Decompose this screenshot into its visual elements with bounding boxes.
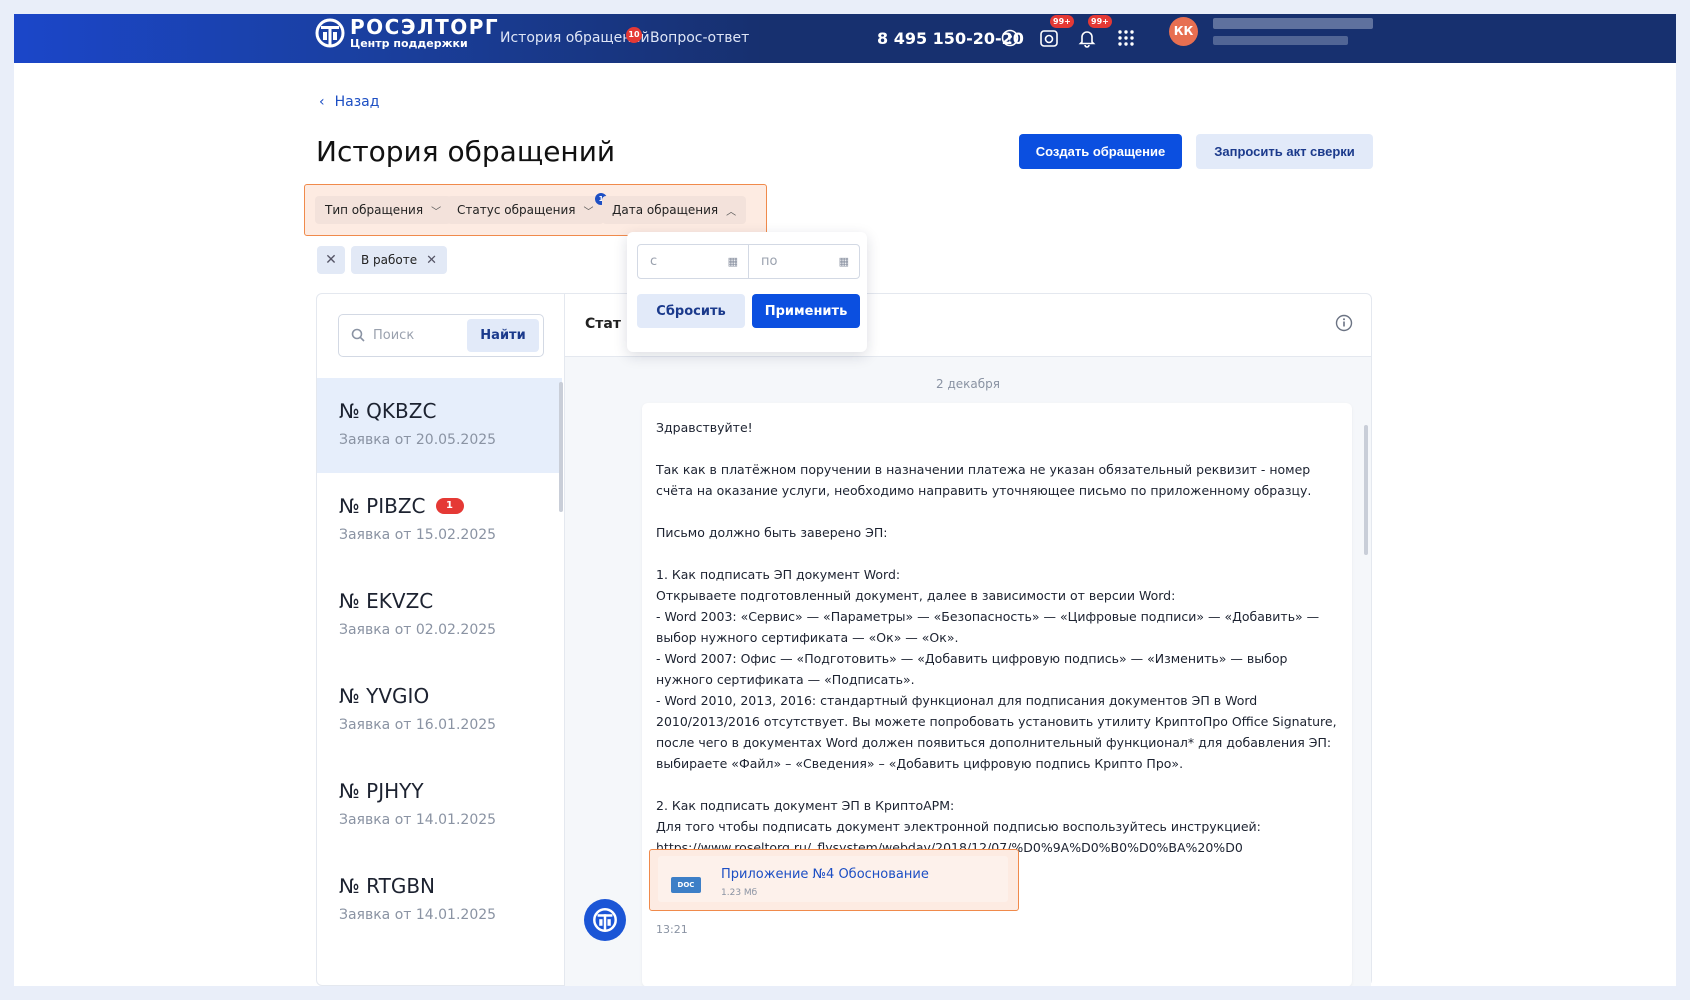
logo[interactable]: РОСЭЛТОРГ Центр поддержки: [315, 16, 499, 50]
ticket-date: Заявка от 14.01.2025: [339, 812, 497, 828]
message-text: Здравствуйте! Так как в платёжном поруче…: [656, 420, 1337, 855]
calendar-icon: ▦: [727, 255, 738, 268]
chevron-down-icon: ﹀: [431, 206, 442, 218]
attachment-card: DOC Приложение №4 Обоснование 1.23 Мб: [658, 856, 1008, 902]
date-reset-button[interactable]: Сбросить: [637, 294, 745, 328]
nav-history-badge: 10: [626, 27, 642, 43]
requests-list-column: Поиск Найти № QKBZC Заявка от 20.05.2025…: [317, 294, 565, 986]
top-navigation-bar: РОСЭЛТОРГ Центр поддержки История обраще…: [14, 14, 1676, 63]
message-time: 13:21: [656, 923, 688, 936]
info-icon[interactable]: [1335, 314, 1353, 332]
ticket-number: № YVGIO: [339, 684, 430, 708]
date-to-input[interactable]: по ▦: [749, 245, 859, 278]
unread-badge: 1: [435, 498, 464, 514]
help-icon[interactable]: ?: [997, 25, 1023, 51]
thread-scrollbar[interactable]: [1364, 425, 1368, 555]
search-button[interactable]: Найти: [467, 319, 539, 352]
back-link[interactable]: ‹ Назад: [319, 94, 379, 110]
date-from-input[interactable]: с ▦: [638, 245, 749, 278]
list-item[interactable]: № YVGIO Заявка от 16.01.2025: [317, 663, 562, 758]
date-from-placeholder: с: [650, 254, 658, 269]
card-badge: 99+: [1050, 15, 1074, 28]
user-org-redacted: [1213, 36, 1348, 45]
remove-tag-icon[interactable]: ✕: [426, 253, 437, 268]
ticket-date: Заявка от 02.02.2025: [339, 622, 497, 638]
attachment-size: 1.23 Мб: [721, 888, 758, 898]
user-avatar[interactable]: КК: [1169, 17, 1198, 46]
logo-mark-icon: [593, 908, 617, 932]
list-item[interactable]: № RTGBN Заявка от 14.01.2025: [317, 853, 562, 948]
date-filter-dropdown: с ▦ по ▦ Сбросить Применить: [627, 232, 867, 352]
ticket-date: Заявка от 16.01.2025: [339, 717, 497, 733]
back-link-label: Назад: [334, 94, 380, 110]
requests-list: № QKBZC Заявка от 20.05.2025 № PIBZC 1 За…: [317, 378, 562, 948]
list-item[interactable]: № EKVZC Заявка от 02.02.2025: [317, 568, 562, 663]
svg-text:?: ?: [1007, 34, 1012, 45]
date-apply-button[interactable]: Применить: [752, 294, 860, 328]
filter-request-type[interactable]: Тип обращения ﹀: [315, 196, 452, 224]
active-filter-tag-label: В работе: [361, 253, 418, 267]
user-name-redacted: [1213, 18, 1373, 29]
doc-file-icon: DOC: [671, 877, 701, 893]
active-filter-tag: В работе ✕: [351, 246, 448, 274]
chevron-down-icon: ﹀: [583, 206, 594, 218]
filter-request-status-label: Статус обращения: [457, 203, 576, 217]
create-request-button[interactable]: Создать обращение: [1019, 134, 1182, 169]
clear-filters-button[interactable]: ✕: [317, 246, 345, 274]
logo-title: РОСЭЛТОРГ: [350, 15, 500, 39]
support-avatar: [584, 899, 626, 941]
filter-request-date[interactable]: Дата обращения ︿: [602, 196, 747, 224]
ticket-number: № EKVZC: [339, 589, 434, 613]
list-item[interactable]: № PJHYY Заявка от 14.01.2025: [317, 758, 562, 853]
ticket-number: № RTGBN: [339, 874, 435, 898]
attachment-name[interactable]: Приложение №4 Обоснование: [721, 867, 929, 882]
date-range-inputs: с ▦ по ▦: [637, 244, 860, 279]
ticket-date: Заявка от 15.02.2025: [339, 527, 497, 543]
chevron-up-icon: ︿: [726, 206, 737, 218]
nav-link-faq[interactable]: Вопрос-ответ: [650, 30, 749, 46]
ticket-number: № QKBZC: [339, 399, 437, 423]
date-separator: 2 декабря: [936, 377, 1000, 391]
search-placeholder: Поиск: [373, 328, 415, 343]
card-icon[interactable]: [1036, 25, 1062, 51]
filter-request-date-label: Дата обращения: [612, 203, 719, 217]
date-to-placeholder: по: [761, 254, 778, 269]
filter-bar: Тип обращения ﹀ Статус обращения ﹀ 1 Дат…: [304, 184, 767, 236]
nav-link-faq-label: Вопрос-ответ: [650, 30, 750, 46]
search-input[interactable]: Поиск Найти: [338, 314, 544, 357]
conversation-column: Стат 2 декабря Здравствуйте! Так как в п…: [565, 294, 1371, 986]
logo-subtitle: Центр поддержки: [350, 37, 468, 50]
message-bubble: Здравствуйте! Так как в платёжном поруче…: [642, 403, 1352, 986]
filter-request-status[interactable]: Статус обращения ﹀: [447, 196, 604, 224]
ticket-number: № PIBZC: [339, 494, 426, 518]
chevron-left-icon: ‹: [319, 94, 325, 110]
requests-panel: Поиск Найти № QKBZC Заявка от 20.05.2025…: [316, 293, 1372, 986]
ticket-date: Заявка от 14.01.2025: [339, 907, 497, 923]
list-item[interactable]: № QKBZC Заявка от 20.05.2025: [317, 378, 562, 473]
bell-icon[interactable]: [1074, 25, 1100, 51]
list-item[interactable]: № PIBZC 1 Заявка от 15.02.2025: [317, 473, 562, 568]
bell-badge: 99+: [1088, 15, 1112, 28]
page-title: История обращений: [316, 135, 616, 168]
calendar-icon: ▦: [838, 255, 849, 268]
list-scrollbar[interactable]: [559, 382, 563, 512]
attachment[interactable]: DOC Приложение №4 Обоснование 1.23 Мб: [649, 849, 1019, 911]
filter-request-type-label: Тип обращения: [325, 203, 424, 217]
status-label: Стат: [585, 316, 621, 332]
ticket-date: Заявка от 20.05.2025: [339, 432, 497, 448]
app-window: РОСЭЛТОРГ Центр поддержки История обраще…: [14, 14, 1676, 986]
search-icon: [351, 328, 365, 342]
logo-mark-icon: [315, 18, 345, 48]
message-thread: 2 декабря Здравствуйте! Так как в платёж…: [565, 357, 1371, 986]
ticket-number: № PJHYY: [339, 779, 424, 803]
apps-grid-icon[interactable]: [1113, 25, 1139, 51]
request-reconciliation-button[interactable]: Запросить акт сверки: [1196, 134, 1373, 169]
